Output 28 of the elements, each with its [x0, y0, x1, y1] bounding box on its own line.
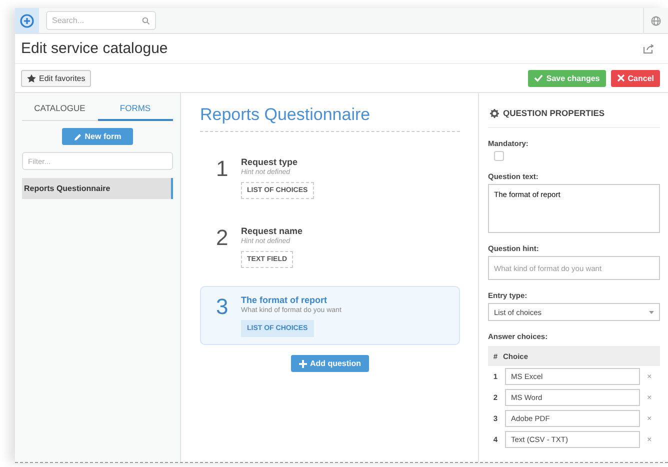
- search-icon: [142, 17, 150, 25]
- mandatory-checkbox[interactable]: [494, 151, 504, 161]
- globe-icon[interactable]: [651, 16, 661, 26]
- question-title: Request name: [241, 226, 303, 236]
- caret-icon: [649, 310, 654, 314]
- plus-circle-icon: [20, 14, 34, 28]
- plus-icon: [298, 360, 307, 368]
- question-title: The format of report: [241, 295, 328, 305]
- question-number: 2: [216, 226, 230, 252]
- sidebar-tab[interactable]: FORMS: [98, 98, 173, 121]
- question-number: 3: [216, 295, 230, 321]
- add-button[interactable]: [15, 8, 39, 33]
- sidebar-tab[interactable]: CATALOGUE: [22, 98, 98, 120]
- pencil-icon: [74, 132, 82, 140]
- search-field[interactable]: Search...: [46, 11, 156, 30]
- share-icon[interactable]: [643, 44, 654, 54]
- form-list-item[interactable]: Reports Questionnaire: [22, 178, 173, 199]
- check-icon: [534, 74, 544, 82]
- edit-favorites-button[interactable]: Edit favorites: [21, 70, 92, 86]
- cancel-button[interactable]: Cancel: [610, 70, 660, 86]
- question-title: Request type: [241, 157, 298, 167]
- star-icon: [27, 74, 36, 82]
- gear-icon: [490, 108, 499, 118]
- properties-heading-text: QUESTION PROPERTIES: [503, 108, 605, 118]
- close-icon: [616, 74, 625, 82]
- form-title: Reports Questionnaire: [200, 105, 460, 132]
- question-number: 1: [216, 157, 230, 183]
- page-title: Edit service catalogue: [21, 40, 168, 57]
